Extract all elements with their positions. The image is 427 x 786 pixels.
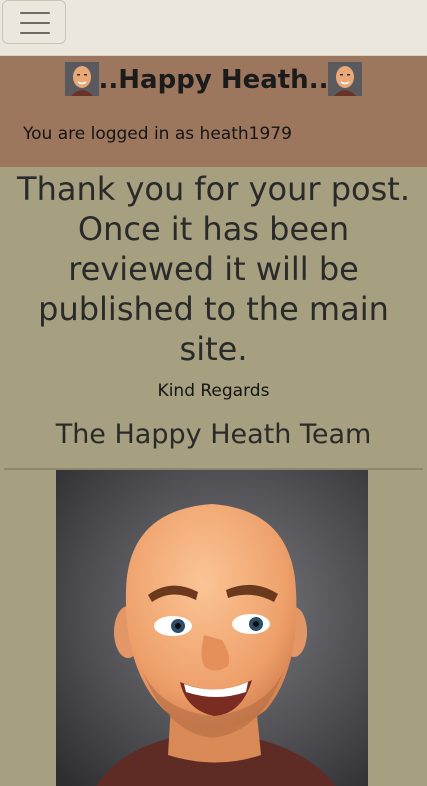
confirmation-message: Thank you for your post. Once it has bee… (17, 170, 410, 368)
avatar-illustration (56, 470, 368, 786)
team-signature: The Happy Heath Team (55, 419, 372, 450)
avatar-icon (64, 62, 99, 96)
hamburger-menu-icon-bar (20, 32, 50, 34)
hamburger-menu-icon-bar (20, 22, 50, 24)
main-content: Thank you for your post. Once it has bee… (0, 169, 427, 470)
menu-toggle-button[interactable] (2, 0, 66, 44)
hamburger-menu-icon (20, 12, 50, 14)
site-title-text: ..Happy Heath.. (98, 65, 329, 95)
top-navbar (0, 0, 427, 56)
regards-text: Kind Regards (157, 381, 270, 401)
site-title: ..Happy Heath.. (0, 62, 427, 98)
avatar-icon (328, 62, 363, 96)
site-header: ..Happy Heath.. You are logged in as hea… (0, 56, 427, 167)
login-status-text: You are logged in as heath1979 (23, 124, 292, 144)
avatar-image (56, 470, 368, 786)
